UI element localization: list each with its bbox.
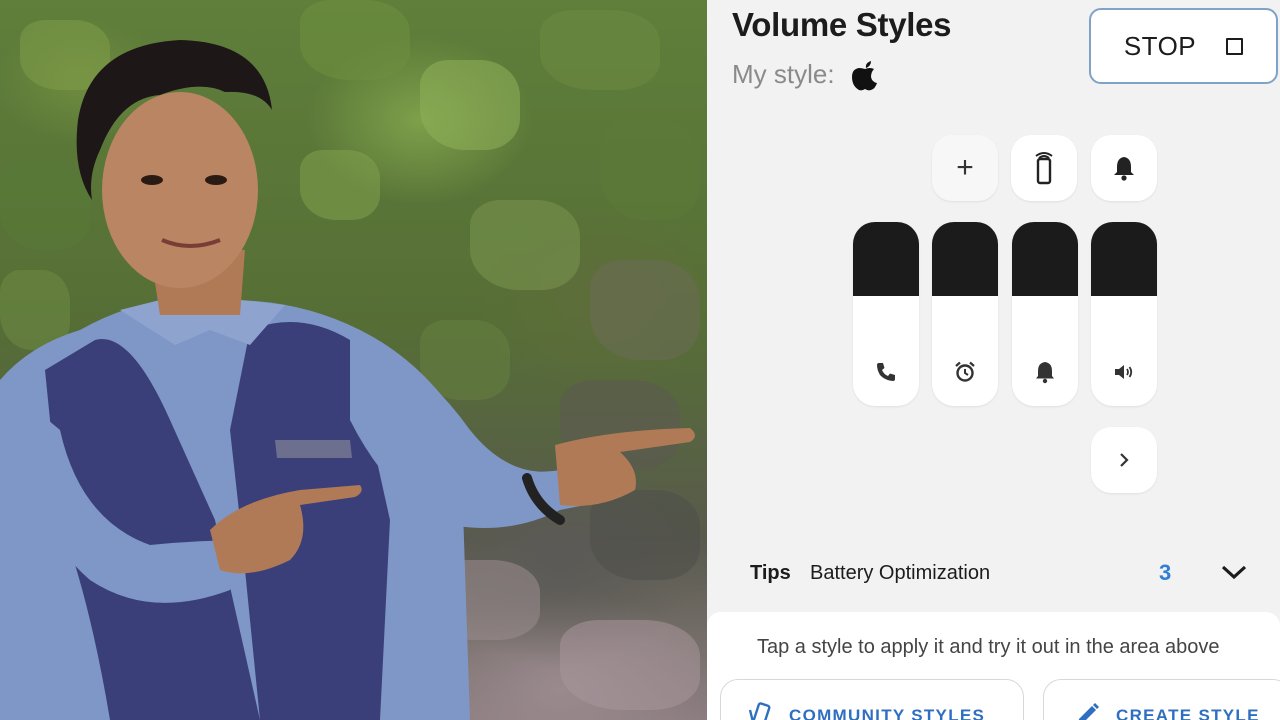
slider-fill — [932, 222, 998, 296]
create-style-button[interactable]: CREATE STYLE — [1043, 679, 1280, 720]
create-style-label: CREATE STYLE — [1116, 706, 1260, 720]
person-illustration — [0, 40, 695, 720]
thumbnail-photo — [0, 0, 707, 720]
phone-icon — [877, 363, 895, 381]
sheet-hint: Tap a style to apply it and try it out i… — [757, 636, 1220, 658]
plus-icon: + — [956, 151, 974, 184]
vibrate-phone-icon — [1035, 152, 1053, 185]
ring-volume-slider[interactable] — [1012, 222, 1078, 406]
stop-button-label: STOP — [1123, 30, 1197, 61]
bell-icon — [1036, 362, 1054, 384]
pencil-icon — [1078, 703, 1099, 720]
stop-square-icon — [1226, 37, 1244, 55]
bell-icon — [1114, 157, 1134, 181]
speaker-icon — [1115, 365, 1133, 379]
media-volume-slider[interactable] — [1091, 222, 1157, 406]
page-title: Volume Styles — [732, 6, 952, 43]
alarm-volume-slider[interactable] — [932, 222, 998, 406]
tips-text: Battery Optimization — [810, 561, 991, 584]
slider-fill — [1012, 222, 1078, 296]
chevron-down-icon[interactable] — [1219, 560, 1249, 584]
call-volume-slider[interactable] — [853, 222, 919, 406]
tips-count: 3 — [1159, 560, 1172, 585]
community-styles-button[interactable]: COMMUNITY STYLES — [720, 679, 1024, 720]
vibrate-button[interactable] — [1011, 135, 1077, 201]
community-styles-label: COMMUNITY STYLES — [789, 706, 986, 720]
slider-fill — [1091, 222, 1157, 296]
chevron-right-icon — [1120, 453, 1129, 467]
tips-label: Tips — [750, 561, 791, 584]
bell-button[interactable] — [1091, 135, 1157, 201]
alarm-clock-icon — [955, 361, 975, 382]
apple-logo-icon — [851, 61, 877, 91]
community-styles-icon — [748, 702, 771, 720]
styles-sheet: Tap a style to apply it and try it out i… — [707, 612, 1280, 720]
add-button[interactable]: + — [932, 135, 998, 201]
my-style-row: My style: — [732, 57, 881, 91]
next-button[interactable] — [1091, 427, 1157, 493]
stop-button[interactable]: STOP — [1089, 8, 1278, 84]
tips-row[interactable]: Tips Battery Optimization 3 — [707, 548, 1280, 598]
slider-fill — [853, 222, 919, 296]
volume-styles-app: Volume Styles My style: STOP + Tips Batt… — [707, 0, 1280, 720]
my-style-label: My style: — [732, 58, 835, 89]
